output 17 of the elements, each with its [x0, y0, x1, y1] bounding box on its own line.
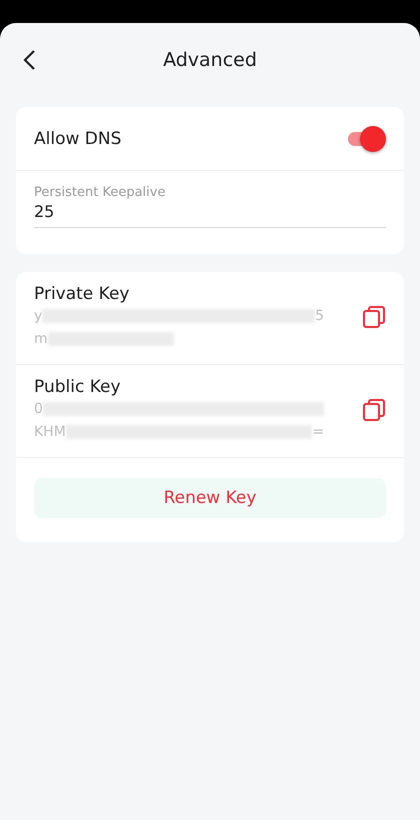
key-text: KHM — [34, 424, 66, 440]
key-text: 5 — [315, 308, 324, 324]
field-label: Persistent Keepalive — [34, 185, 166, 200]
toggle-switch[interactable] — [348, 126, 386, 152]
input-field[interactable]: 25 — [34, 200, 386, 228]
key-label: Private Key — [34, 284, 130, 304]
page-title: Advanced — [163, 49, 257, 71]
key-text: = — [312, 424, 324, 440]
renew-key-button[interactable]: Renew Key — [34, 478, 386, 518]
copy-icon[interactable] — [362, 398, 386, 422]
setting-label: Allow DNS — [34, 128, 122, 148]
copy-icon[interactable] — [362, 305, 386, 329]
key-text: 0 — [34, 400, 43, 416]
key-text: y — [34, 308, 42, 324]
back-icon[interactable] — [22, 49, 36, 71]
key-label: Public Key — [34, 377, 122, 397]
key-text: m — [34, 330, 48, 346]
